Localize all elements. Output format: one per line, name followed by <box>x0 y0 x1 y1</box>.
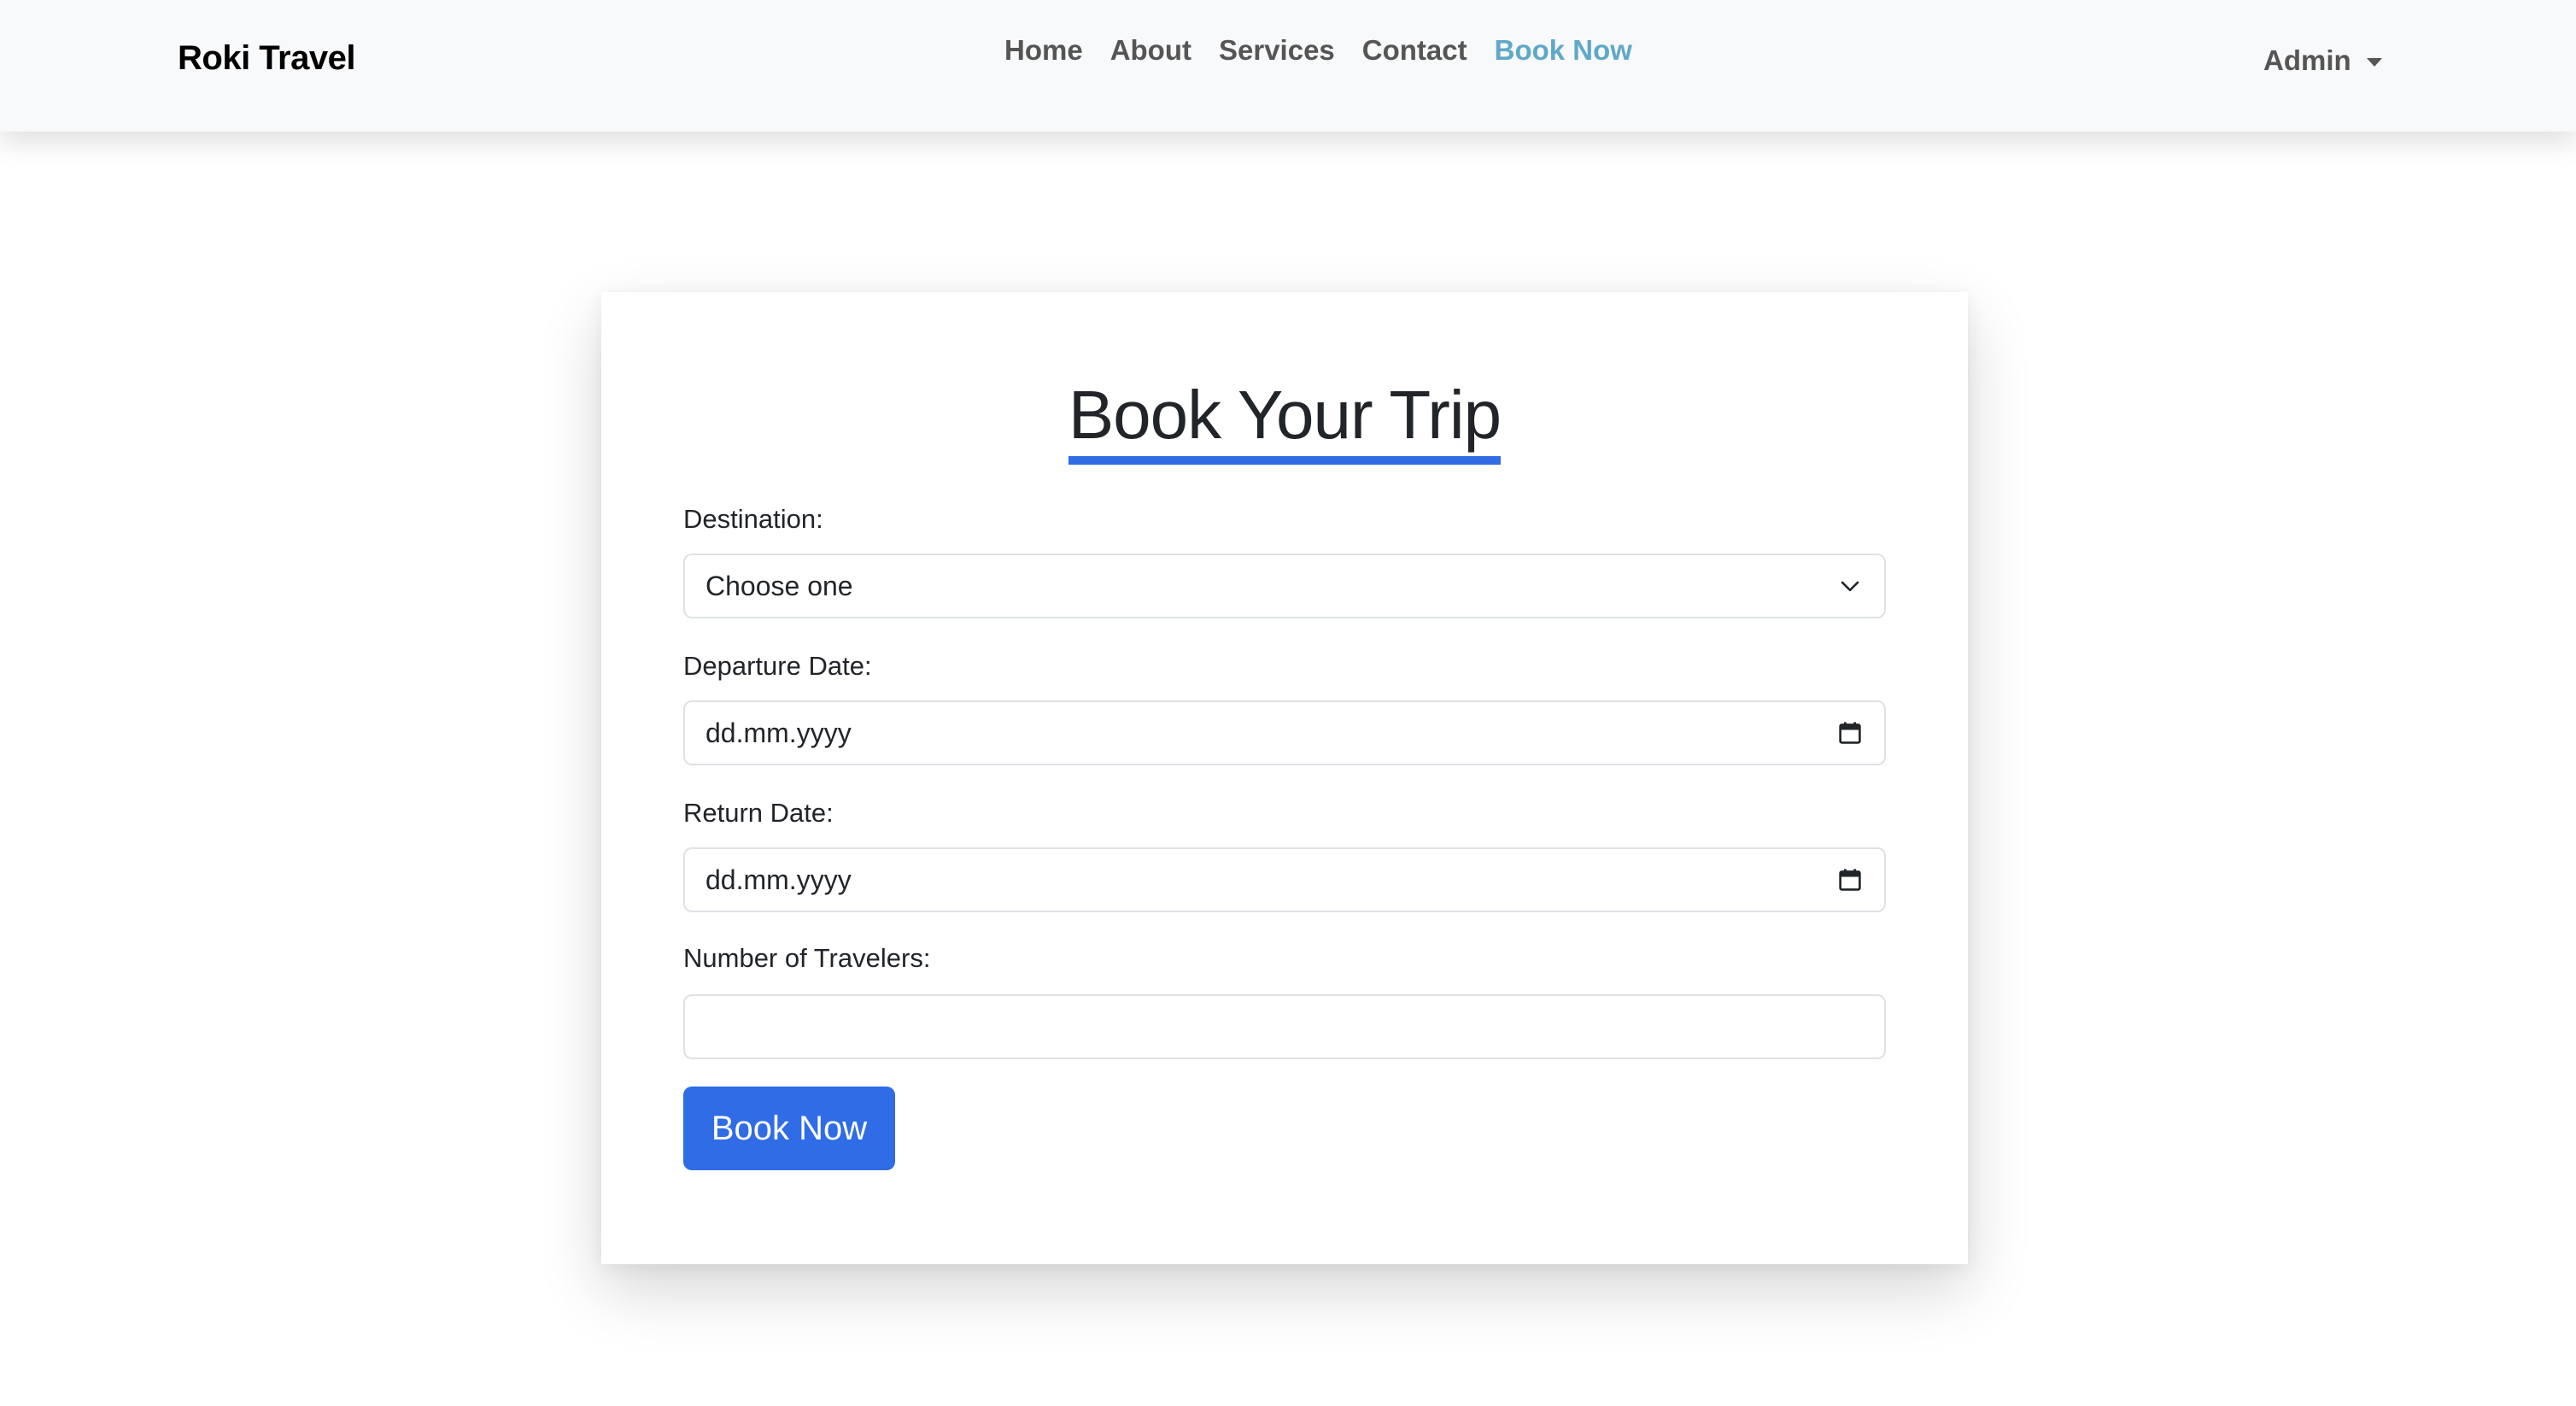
book-now-button[interactable]: Book Now <box>683 1087 895 1170</box>
admin-dropdown[interactable]: Admin <box>2263 44 2382 77</box>
booking-card: Book Your Trip Destination: Choose one D… <box>601 292 1968 1264</box>
nav-link-book-now[interactable]: Book Now <box>1481 34 1646 67</box>
travelers-input[interactable] <box>683 994 1886 1059</box>
nav-link-services[interactable]: Services <box>1205 34 1349 67</box>
travelers-label: Number of Travelers: <box>683 943 931 973</box>
destination-selected-value: Choose one <box>705 570 853 601</box>
calendar-icon[interactable] <box>1836 719 1864 747</box>
destination-select[interactable]: Choose one <box>683 554 1886 618</box>
admin-label: Admin <box>2263 44 2351 76</box>
calendar-icon[interactable] <box>1836 866 1864 893</box>
nav-links: Home About Services Contact Book Now <box>991 34 1646 67</box>
return-date-input[interactable]: dd.mm.yyyy <box>683 847 1886 912</box>
return-date-label: Return Date: <box>683 798 834 828</box>
nav-link-contact[interactable]: Contact <box>1349 34 1481 67</box>
departure-date-value: dd.mm.yyyy <box>705 717 852 748</box>
nav-link-about[interactable]: About <box>1097 34 1205 67</box>
navbar: Roki Travel Home About Services Contact … <box>0 0 2576 132</box>
departure-date-input[interactable]: dd.mm.yyyy <box>683 700 1886 765</box>
departure-date-label: Departure Date: <box>683 651 872 681</box>
page-title: Book Your Trip <box>1068 378 1502 465</box>
return-date-value: dd.mm.yyyy <box>705 864 852 895</box>
brand-logo[interactable]: Roki Travel <box>178 39 355 78</box>
destination-label: Destination: <box>683 504 823 534</box>
chevron-down-icon <box>1836 572 1864 600</box>
caret-down-icon <box>2366 58 2382 67</box>
nav-link-home[interactable]: Home <box>991 34 1097 67</box>
